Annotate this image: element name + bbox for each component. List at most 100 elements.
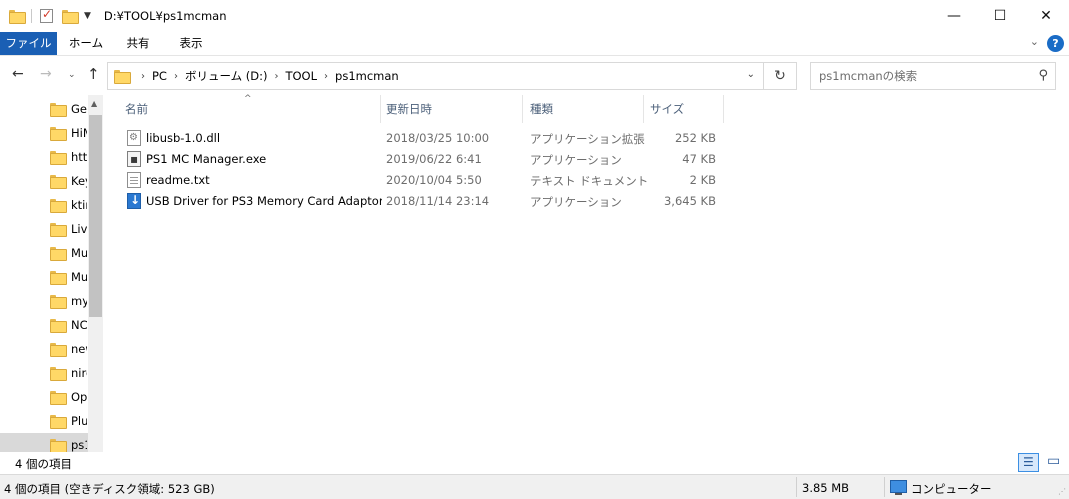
file-row[interactable]: PS1 MC Manager.exe 2019/06/22 6:41 アプリケー… (114, 149, 724, 170)
file-row[interactable]: readme.txt 2020/10/04 5:50 テキスト ドキュメント 2… (114, 170, 724, 191)
nav-folder-label: NC (71, 318, 87, 332)
folder-icon (50, 415, 67, 429)
folder-icon (50, 247, 67, 261)
installer-icon (127, 193, 141, 209)
nav-folder-label: Get (71, 102, 87, 116)
properties-icon[interactable] (40, 7, 53, 23)
folder-icon (50, 343, 67, 357)
file-date: 2018/11/14 23:14 (386, 194, 490, 208)
nav-folder-label: new (71, 342, 87, 356)
file-type: テキスト ドキュメント (530, 174, 649, 188)
address-history-chevron-icon[interactable]: ⌄ (747, 69, 755, 80)
column-date-modified[interactable]: 更新日時 (375, 95, 521, 123)
nav-folder-item[interactable]: Live (0, 217, 88, 241)
nav-folder-label: Key (71, 174, 87, 188)
forward-arrow-icon[interactable]: → (40, 66, 52, 82)
scrollbar-thumb[interactable] (89, 115, 102, 317)
address-bar[interactable]: › PC › ボリューム (D:) › TOOL › ps1mcman ⌄ (107, 62, 764, 90)
breadcrumb: › PC › ボリューム (D:) › TOOL › ps1mcman (134, 63, 399, 89)
nav-folder-item[interactable]: my (0, 289, 88, 313)
item-count: 4 個の項目 (15, 457, 72, 471)
quick-access-toolbar: ▼ (0, 0, 91, 31)
recent-locations-chevron-icon[interactable]: ⌄ (68, 70, 76, 80)
folder-icon (50, 391, 67, 405)
status-summary: 4 個の項目 (空きディスク領域: 523 GB) (4, 482, 215, 496)
status-divider (884, 477, 885, 497)
breadcrumb-volume-d[interactable]: ボリューム (D:) (185, 68, 268, 84)
nav-folder-label: HiM (71, 126, 87, 140)
file-name: USB Driver for PS3 Memory Card Adaptor..… (146, 194, 382, 208)
file-size: 47 KB (682, 152, 716, 166)
nav-folder-item[interactable]: Mu (0, 241, 88, 265)
nav-folder-item[interactable]: Key (0, 169, 88, 193)
search-box[interactable]: ⚲ (810, 62, 1056, 90)
column-name[interactable]: 名前 (114, 95, 380, 123)
refresh-button[interactable]: ↻ (764, 62, 797, 90)
file-list: libusb-1.0.dll 2018/03/25 10:00 アプリケーション… (114, 128, 724, 212)
up-arrow-icon[interactable]: ↑ (87, 65, 100, 83)
minimize-button[interactable]: — (931, 0, 977, 31)
navpane-scrollbar[interactable]: ▲ (88, 95, 103, 452)
search-icon[interactable]: ⚲ (1038, 68, 1048, 83)
nav-folder-item[interactable]: http (0, 145, 88, 169)
nav-folder-item[interactable]: ktin (0, 193, 88, 217)
file-size: 2 KB (689, 173, 716, 187)
close-button[interactable]: ✕ (1023, 0, 1069, 31)
nav-folder-item[interactable]: Get (0, 97, 88, 121)
column-type[interactable]: 種類 (519, 95, 639, 123)
expand-ribbon-chevron-icon[interactable]: ⌄ (1030, 35, 1039, 48)
customize-toolbar-chevron-icon[interactable]: ▼ (84, 11, 91, 21)
column-size[interactable]: サイズ (639, 95, 719, 123)
file-date: 2018/03/25 10:00 (386, 131, 490, 145)
folder-icon (50, 367, 67, 381)
nav-folder-item[interactable]: NC (0, 313, 88, 337)
file-date: 2020/10/04 5:50 (386, 173, 482, 187)
search-input[interactable] (811, 63, 1021, 89)
back-arrow-icon[interactable]: ← (12, 66, 24, 82)
exe-file-icon (127, 151, 141, 167)
maximize-button[interactable]: ☐ (977, 0, 1023, 31)
breadcrumb-tool[interactable]: TOOL (285, 69, 317, 83)
window-controls: — ☐ ✕ (931, 0, 1069, 31)
dll-file-icon (127, 130, 141, 146)
nav-folder-label: ps1 (71, 438, 87, 452)
tab-home[interactable]: ホーム (63, 32, 109, 55)
tab-view[interactable]: 表示 (168, 32, 214, 55)
tab-share[interactable]: 共有 (115, 32, 161, 55)
nav-folder-label: my (71, 294, 87, 308)
breadcrumb-chevron-icon[interactable]: › (274, 71, 278, 82)
window-title: D:¥TOOL¥ps1mcman (103, 8, 227, 23)
navigation-bar: ← → ⌄ ↑ › PC › ボリューム (D:) › TOOL › ps1mc… (0, 57, 1069, 95)
status-bar: 4 個の項目 (空きディスク領域: 523 GB) 3.85 MB コンピュータ… (0, 474, 1069, 499)
nav-folder-item[interactable]: niro (0, 361, 88, 385)
file-type: アプリケーション (530, 195, 622, 209)
details-view-icon[interactable] (1018, 453, 1039, 472)
nav-folder-item[interactable]: Mu (0, 265, 88, 289)
large-icons-view-icon[interactable] (1042, 453, 1063, 472)
breadcrumb-chevron-icon[interactable]: › (141, 71, 145, 82)
tab-file[interactable]: ファイル (0, 32, 57, 55)
file-row[interactable]: libusb-1.0.dll 2018/03/25 10:00 アプリケーション… (114, 128, 724, 149)
breadcrumb-ps1mcman[interactable]: ps1mcman (335, 69, 399, 83)
nav-folder-item[interactable]: HiM (0, 121, 88, 145)
file-row[interactable]: USB Driver for PS3 Memory Card Adaptor..… (114, 191, 724, 212)
breadcrumb-chevron-icon[interactable]: › (324, 71, 328, 82)
nav-folder-label: ktin (71, 198, 87, 212)
new-folder-icon[interactable] (62, 9, 79, 24)
breadcrumb-chevron-icon[interactable]: › (174, 71, 178, 82)
nav-folder-item[interactable]: Op (0, 385, 88, 409)
folder-icon (50, 199, 67, 213)
folder-icon (50, 295, 67, 309)
column-divider[interactable] (723, 95, 724, 123)
resize-grip-icon[interactable]: ⋰ (1058, 487, 1066, 496)
scroll-up-arrow-icon[interactable]: ▲ (91, 99, 97, 108)
breadcrumb-pc[interactable]: PC (152, 69, 167, 83)
nav-folder-item[interactable]: new (0, 337, 88, 361)
nav-folder-label: Live (71, 222, 87, 236)
nav-folder-item-selected[interactable]: ps1 (0, 433, 88, 452)
nav-folder-item[interactable]: Plu (0, 409, 88, 433)
navigation-pane: Get HiM http Key ktin Live Mu Mu my NC n… (0, 95, 103, 452)
help-button[interactable]: ? (1047, 35, 1064, 52)
selection-size: 3.85 MB (802, 481, 850, 495)
title-bar: ▼ D:¥TOOL¥ps1mcman — ☐ ✕ (0, 0, 1069, 31)
